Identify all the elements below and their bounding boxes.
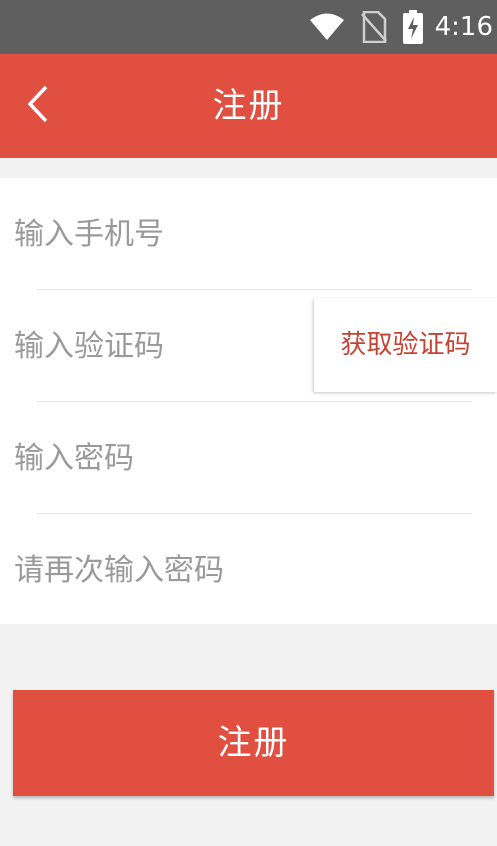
register-button[interactable]: 注册: [13, 690, 494, 796]
confirm-password-input[interactable]: [14, 514, 484, 626]
back-button[interactable]: [18, 82, 58, 130]
password-row: [0, 402, 497, 514]
no-sim-icon: [360, 11, 387, 43]
status-bar: 4:16: [0, 0, 497, 54]
phone-input[interactable]: [14, 178, 484, 290]
phone-row: [0, 178, 497, 290]
confirm-password-row: [0, 514, 497, 626]
get-code-button[interactable]: 获取验证码: [314, 298, 497, 392]
wifi-icon: [309, 12, 345, 42]
status-time: 4:16: [434, 12, 493, 42]
register-form: 获取验证码: [0, 178, 497, 626]
app-bar: 注册: [0, 54, 497, 158]
status-icons: 4:16: [309, 0, 497, 54]
chevron-left-icon: [26, 84, 50, 128]
page-title: 注册: [212, 86, 285, 126]
verification-code-input[interactable]: [14, 290, 304, 402]
password-input[interactable]: [14, 402, 484, 514]
battery-charging-icon: [402, 10, 423, 44]
